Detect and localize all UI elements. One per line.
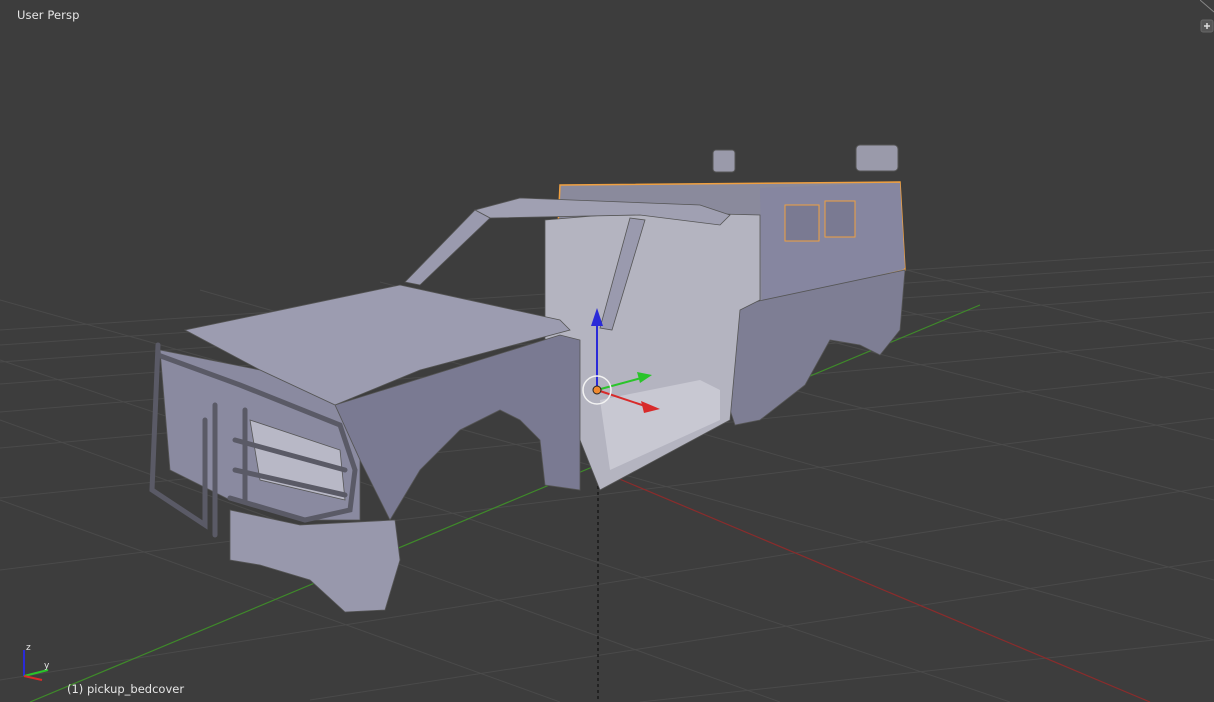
front-bumper [229,509,401,613]
bedcover-window-2 [824,200,856,238]
axis-orientation-widget: z y [23,643,50,681]
3d-viewport[interactable]: User Persp z y (1) pickup_bedcover [0,0,1214,702]
roof-light-right [855,144,899,172]
origin-point-icon [592,385,602,395]
3d-scene[interactable] [0,0,1214,702]
active-object-label: (1) pickup_bedcover [67,682,185,696]
bedcover-window-1 [784,204,820,242]
a-pillar [404,209,491,286]
plus-icon[interactable] [1200,0,1214,34]
axis-z-label: z [26,643,31,653]
axis-y-label: y [44,661,50,671]
x-axis-line [597,469,1151,702]
view-name-label: User Persp [17,8,80,22]
pickup-truck-model[interactable] [149,144,906,613]
roof-light-left [712,149,736,173]
